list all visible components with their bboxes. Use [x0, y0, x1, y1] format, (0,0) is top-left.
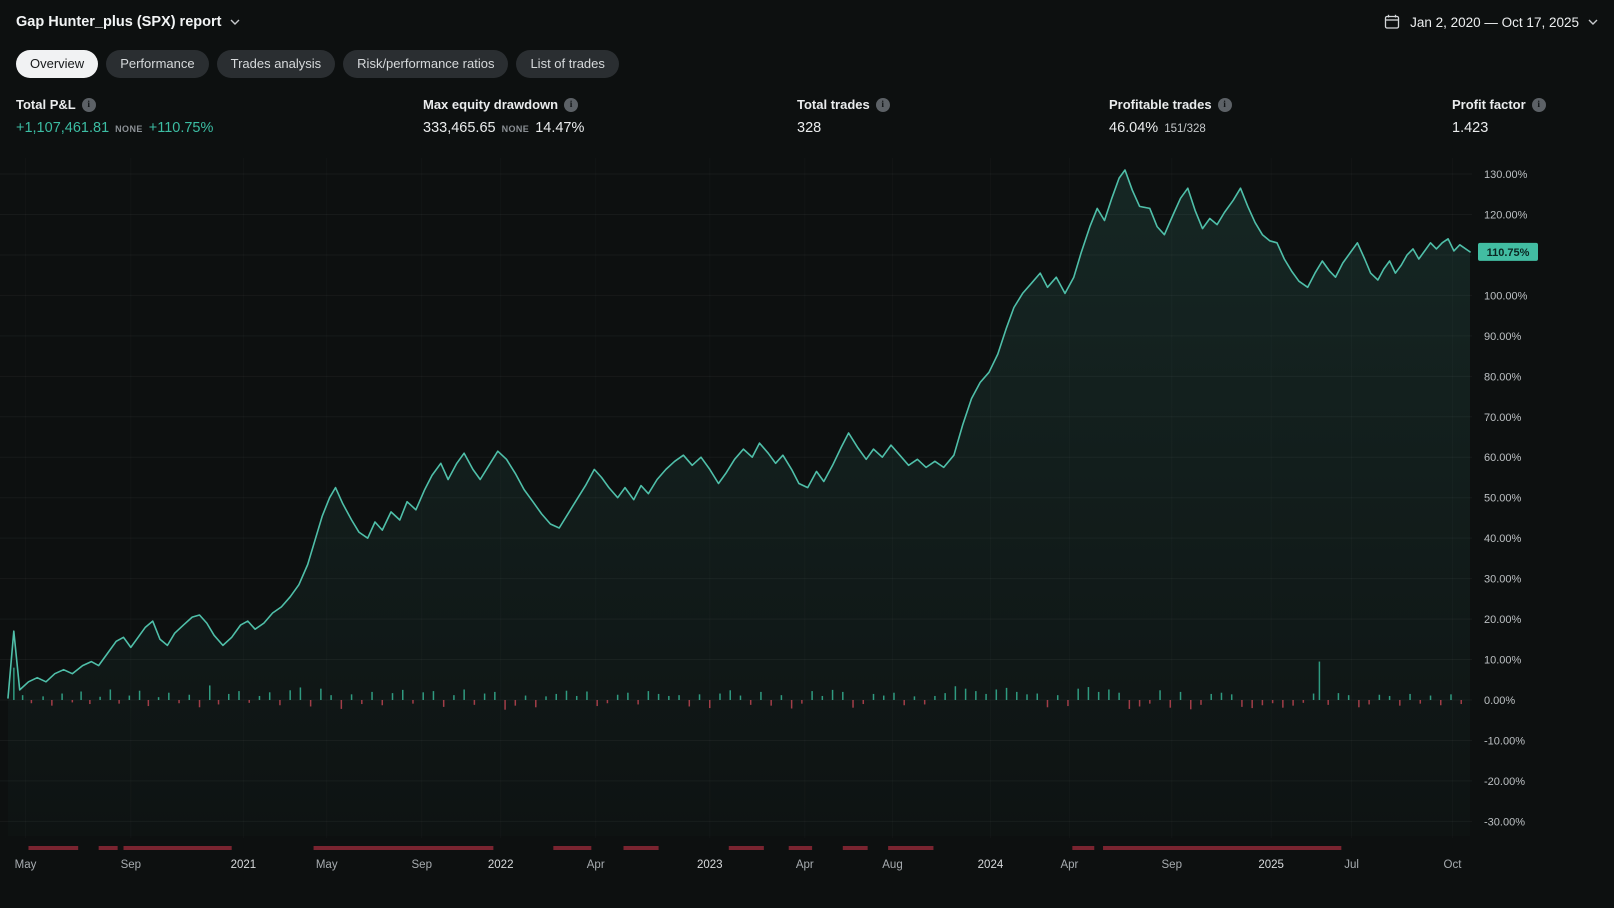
svg-text:Sep: Sep: [1162, 859, 1182, 871]
stat-percent: +110.75%: [149, 120, 214, 136]
svg-text:2021: 2021: [231, 859, 257, 871]
stat-currency-unit: NONE: [502, 124, 530, 134]
time-scale-axis[interactable]: May Sep 2021 May Sep 2022 Apr 2023 Apr Aug 2024 Apr…: [15, 859, 1463, 871]
svg-text:-30.00%: -30.00%: [1484, 816, 1525, 828]
svg-text:2025: 2025: [1258, 859, 1284, 871]
svg-text:40.00%: 40.00%: [1484, 533, 1522, 545]
stat-profitable-trades: Profitable trades 46.04% 151/328: [1109, 97, 1232, 136]
svg-text:Apr: Apr: [587, 859, 605, 871]
stat-value: 46.04%: [1109, 120, 1158, 136]
svg-text:Oct: Oct: [1444, 859, 1463, 871]
price-scale-axis[interactable]: 130.00%120.00%110.00%100.00%90.00%80.00%…: [1484, 169, 1528, 828]
summary-stats-row: Total P&L +1,107,461.81 NONE +110.75% Ma…: [0, 88, 1614, 148]
svg-text:2023: 2023: [697, 859, 723, 871]
svg-text:0.00%: 0.00%: [1484, 695, 1515, 707]
info-icon[interactable]: [1532, 98, 1546, 112]
svg-text:-10.00%: -10.00%: [1484, 735, 1525, 747]
svg-text:Apr: Apr: [796, 859, 814, 871]
tab-trades-analysis[interactable]: Trades analysis: [217, 50, 336, 78]
equity-curve-chart[interactable]: 130.00%120.00%110.00%100.00%90.00%80.00%…: [0, 148, 1614, 908]
stat-currency-unit: NONE: [115, 124, 143, 134]
info-icon[interactable]: [564, 98, 578, 112]
svg-text:-20.00%: -20.00%: [1484, 776, 1525, 788]
svg-text:70.00%: 70.00%: [1484, 412, 1522, 424]
stat-percent: 14.47%: [535, 120, 584, 136]
svg-text:Jul: Jul: [1344, 859, 1359, 871]
svg-text:50.00%: 50.00%: [1484, 493, 1522, 505]
tab-list-of-trades[interactable]: List of trades: [516, 50, 618, 78]
stat-label: Total trades: [797, 97, 870, 112]
svg-text:2022: 2022: [488, 859, 514, 871]
equity-area-fill: [8, 170, 1470, 836]
report-title-dropdown[interactable]: Gap Hunter_plus (SPX) report: [16, 14, 240, 30]
svg-text:20.00%: 20.00%: [1484, 614, 1522, 626]
svg-text:110.75%: 110.75%: [1487, 247, 1530, 259]
svg-text:90.00%: 90.00%: [1484, 331, 1522, 343]
chevron-down-icon: [230, 19, 240, 25]
svg-text:80.00%: 80.00%: [1484, 371, 1522, 383]
stat-value: 1.423: [1452, 120, 1488, 136]
strategy-report-app: { "header": { "title": "Gap Hunter_plus …: [0, 0, 1614, 908]
info-icon[interactable]: [876, 98, 890, 112]
svg-text:Aug: Aug: [882, 859, 902, 871]
svg-text:2024: 2024: [978, 859, 1004, 871]
stat-ratio: 151/328: [1164, 123, 1206, 135]
stat-profit-factor: Profit factor 1.423: [1452, 97, 1546, 136]
tab-risk-performance-ratios[interactable]: Risk/performance ratios: [343, 50, 508, 78]
info-icon[interactable]: [1218, 98, 1232, 112]
current-value-badge: 110.75%: [1478, 243, 1538, 261]
svg-text:100.00%: 100.00%: [1484, 290, 1528, 302]
svg-text:120.00%: 120.00%: [1484, 209, 1528, 221]
drawdown-periods-strip: [28, 846, 1341, 850]
report-tabs: Overview Performance Trades analysis Ris…: [0, 44, 1614, 88]
stat-value: 328: [797, 120, 821, 136]
svg-text:Sep: Sep: [412, 859, 432, 871]
svg-text:30.00%: 30.00%: [1484, 574, 1522, 586]
info-icon[interactable]: [82, 98, 96, 112]
svg-text:May: May: [316, 859, 338, 871]
date-range-picker[interactable]: Jan 2, 2020 — Oct 17, 2025: [1383, 13, 1598, 31]
svg-text:May: May: [15, 859, 37, 871]
svg-text:Sep: Sep: [121, 859, 141, 871]
stat-label: Max equity drawdown: [423, 97, 558, 112]
tab-performance[interactable]: Performance: [106, 50, 208, 78]
calendar-icon: [1383, 13, 1401, 31]
top-bar: Gap Hunter_plus (SPX) report Jan 2, 2020…: [0, 0, 1614, 44]
svg-text:130.00%: 130.00%: [1484, 169, 1528, 181]
stat-max-equity-drawdown: Max equity drawdown 333,465.65 NONE 14.4…: [423, 97, 584, 136]
page-title: Gap Hunter_plus (SPX) report: [16, 14, 221, 30]
chevron-down-icon: [1588, 19, 1598, 25]
stat-label: Profitable trades: [1109, 97, 1212, 112]
svg-text:Apr: Apr: [1060, 859, 1078, 871]
stat-value: +1,107,461.81: [16, 120, 109, 136]
stat-value: 333,465.65: [423, 120, 496, 136]
svg-text:10.00%: 10.00%: [1484, 655, 1522, 667]
stat-label: Profit factor: [1452, 97, 1526, 112]
tab-overview[interactable]: Overview: [16, 50, 98, 78]
stat-total-trades: Total trades 328: [797, 97, 890, 136]
stat-label: Total P&L: [16, 97, 76, 112]
stat-total-pnl: Total P&L +1,107,461.81 NONE +110.75%: [16, 97, 213, 136]
svg-text:60.00%: 60.00%: [1484, 452, 1522, 464]
date-range-label: Jan 2, 2020 — Oct 17, 2025: [1410, 15, 1579, 30]
